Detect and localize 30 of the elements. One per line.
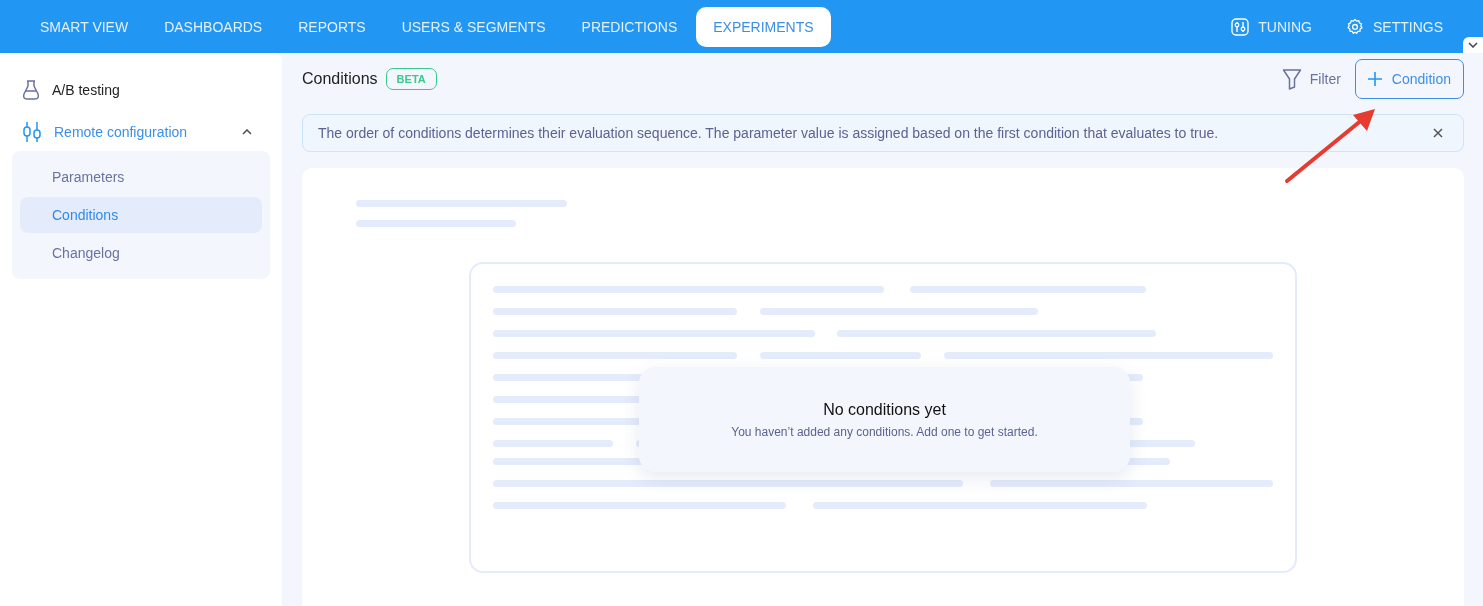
close-icon[interactable] xyxy=(1433,128,1443,138)
submenu-item[interactable]: Parameters xyxy=(20,159,262,195)
nav-tab[interactable]: USERS & SEGMENTS xyxy=(384,6,563,47)
submenu-item[interactable]: Changelog xyxy=(20,235,262,271)
empty-state-title: No conditions yet xyxy=(823,400,946,419)
settings-icon xyxy=(1346,17,1364,36)
page-title: Conditions xyxy=(302,69,378,88)
chevron-icon xyxy=(242,129,252,135)
empty-state-message: You haven’t added any conditions. Add one to get started. xyxy=(731,424,1038,439)
nav-tab[interactable]: REPORTS xyxy=(281,6,383,47)
filter-icon xyxy=(1281,67,1302,90)
sidebar-item[interactable]: A/B testing xyxy=(12,75,270,105)
collapse-tab[interactable] xyxy=(1463,37,1483,53)
banner-text: The order of conditions determines their evaluation sequence. The parameter value is assigned based on the first condition that evaluates to true. xyxy=(318,125,1219,141)
chevron-down-icon xyxy=(1468,42,1478,48)
filter-button[interactable]: Filter xyxy=(1281,67,1341,90)
nav-tab[interactable]: SMART VIEW xyxy=(23,6,146,47)
settings-button[interactable]: SETTINGS xyxy=(1346,17,1443,36)
submenu-item[interactable]: Conditions xyxy=(20,197,262,233)
beta-badge: BETA xyxy=(385,67,437,90)
sidebar-item[interactable]: Remote configuration xyxy=(12,117,270,147)
add-condition-button[interactable]: Condition xyxy=(1354,58,1464,99)
nav-tab[interactable]: EXPERIMENTS xyxy=(696,6,831,47)
nav-tab[interactable]: DASHBOARDS xyxy=(147,6,280,47)
flask-icon xyxy=(22,80,40,100)
nav-tab[interactable]: PREDICTIONS xyxy=(564,6,695,47)
tuning-button[interactable]: TUNING xyxy=(1231,17,1312,36)
sliders-icon xyxy=(1231,17,1250,36)
plus-icon xyxy=(1367,71,1382,86)
sliders-icon xyxy=(22,121,42,143)
